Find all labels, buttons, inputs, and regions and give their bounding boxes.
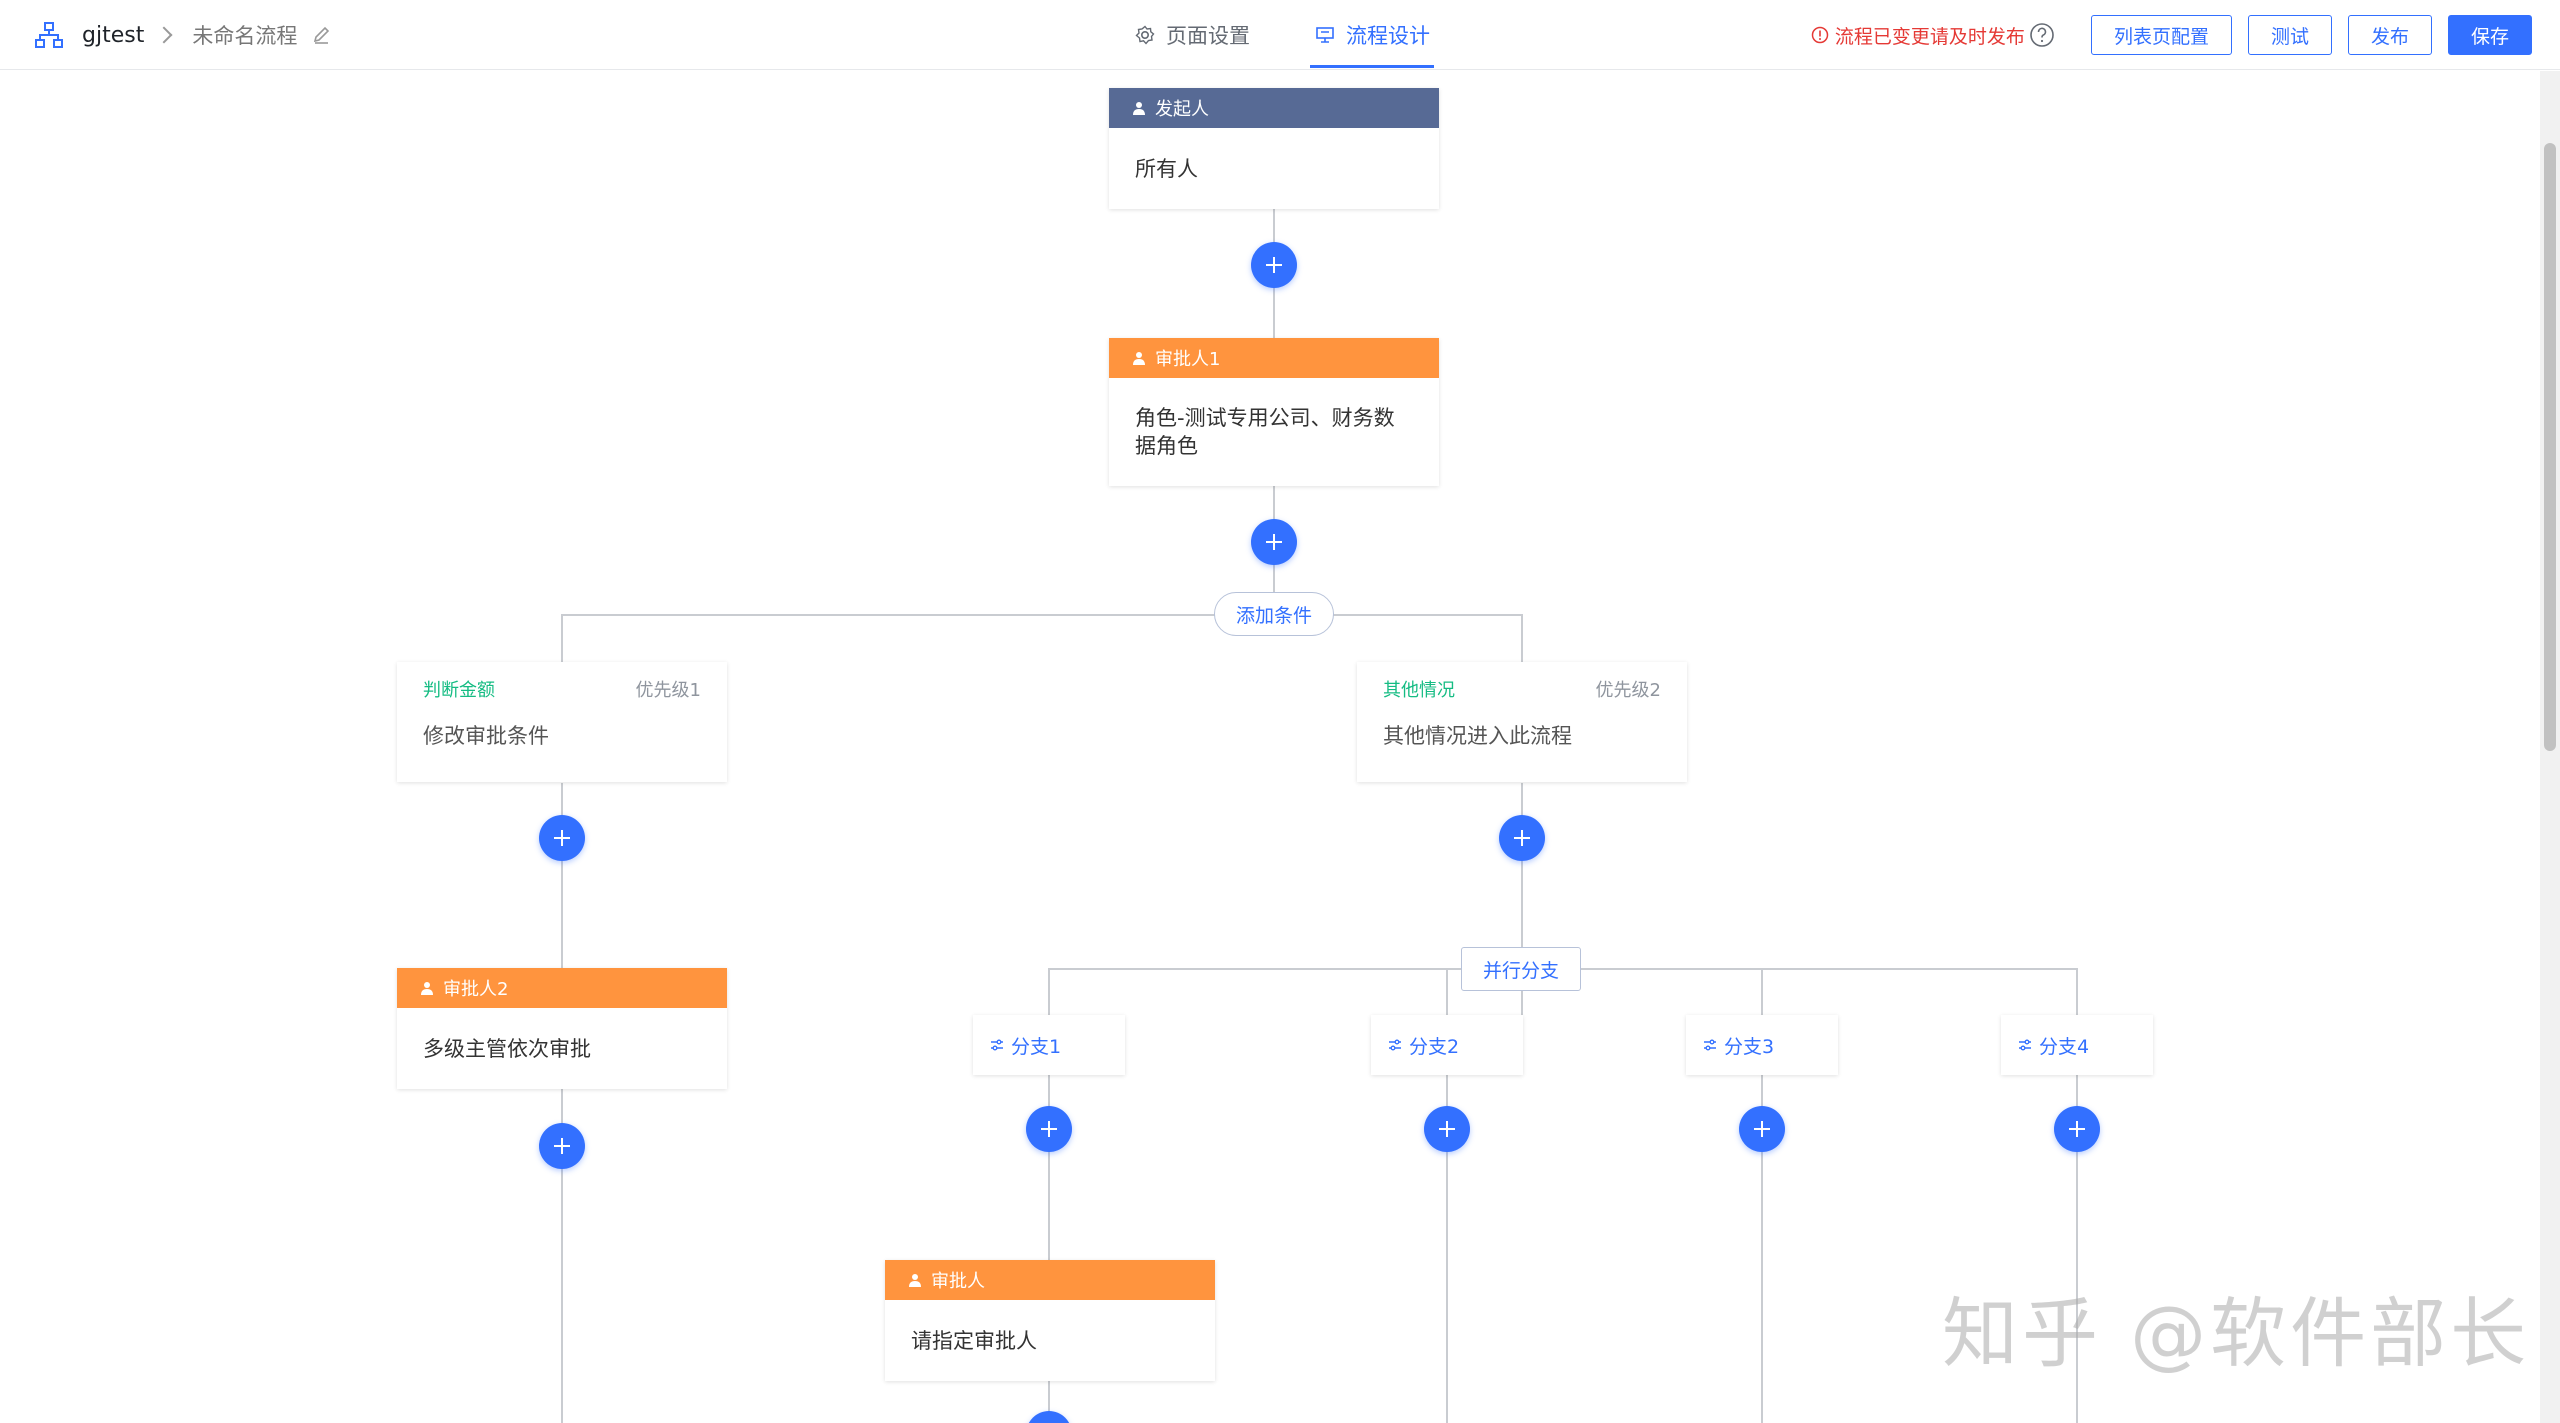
approver-node-3[interactable]: 审批人 请指定审批人 bbox=[885, 1260, 1215, 1381]
add-node-button[interactable] bbox=[1424, 1106, 1470, 1152]
node-title: 发起人 bbox=[1155, 99, 1209, 120]
tab-label: 页面设置 bbox=[1166, 24, 1250, 48]
parallel-branch-button[interactable]: 并行分支 bbox=[1461, 947, 1581, 991]
vertical-scrollbar[interactable] bbox=[2540, 71, 2560, 1423]
flow-canvas: 发起人 所有人 审批人1 角色-测试专用公司、财务数据角色 添加条件 判断金额 … bbox=[0, 71, 2540, 1423]
tab-bar: 页面设置 流程设计 bbox=[1130, 0, 1490, 70]
add-node-button[interactable] bbox=[1739, 1106, 1785, 1152]
user-icon bbox=[909, 1274, 921, 1287]
flow-name: 未命名流程 bbox=[192, 24, 298, 48]
branch-card-2[interactable]: 分支2 bbox=[1371, 1015, 1523, 1075]
tab-page-settings[interactable]: 页面设置 bbox=[1130, 0, 1254, 70]
save-button[interactable]: 保存 bbox=[2447, 15, 2532, 55]
flow-icon bbox=[1316, 27, 1334, 43]
help-icon[interactable] bbox=[2029, 22, 2055, 48]
branch-card-3[interactable]: 分支3 bbox=[1686, 1015, 1838, 1075]
branch-label: 分支4 bbox=[2039, 1035, 2090, 1058]
node-title: 审批人 bbox=[931, 1271, 985, 1292]
condition-desc: 修改审批条件 bbox=[423, 724, 549, 748]
add-node-button[interactable] bbox=[1251, 242, 1297, 288]
user-icon bbox=[1133, 352, 1145, 365]
sliders-icon bbox=[2019, 1039, 2031, 1051]
add-node-button[interactable] bbox=[539, 1123, 585, 1169]
tab-flow-design[interactable]: 流程设计 bbox=[1310, 0, 1434, 70]
branch-label: 分支3 bbox=[1724, 1035, 1775, 1058]
add-node-button[interactable] bbox=[1026, 1411, 1072, 1423]
add-condition-button[interactable]: 添加条件 bbox=[1214, 592, 1334, 636]
node-content: 请指定审批人 bbox=[911, 1328, 1037, 1353]
add-node-button[interactable] bbox=[1251, 519, 1297, 565]
condition-card-1[interactable]: 判断金额 优先级1 修改审批条件 bbox=[397, 662, 727, 782]
approver-node-1[interactable]: 审批人1 角色-测试专用公司、财务数据角色 bbox=[1109, 338, 1439, 486]
node-body: 请指定审批人 bbox=[885, 1300, 1215, 1381]
condition-card-2[interactable]: 其他情况 优先级2 其他情况进入此流程 bbox=[1357, 662, 1687, 782]
sliders-icon bbox=[1389, 1039, 1401, 1051]
node-title: 审批人2 bbox=[443, 979, 509, 1000]
node-header: 审批人 bbox=[885, 1260, 1215, 1300]
node-title: 审批人1 bbox=[1155, 349, 1221, 370]
node-header: 审批人1 bbox=[1109, 338, 1439, 378]
sliders-icon bbox=[1704, 1039, 1716, 1051]
publish-button[interactable]: 发布 bbox=[2347, 15, 2432, 55]
header-actions: 流程已变更请及时发布 列表页配置 测试 发布 保存 bbox=[1811, 0, 2532, 70]
condition-priority: 优先级1 bbox=[635, 680, 701, 701]
list-config-button[interactable]: 列表页配置 bbox=[2090, 15, 2232, 55]
branch-card-1[interactable]: 分支1 bbox=[973, 1015, 1125, 1075]
approver-node-2[interactable]: 审批人2 多级主管依次审批 bbox=[397, 968, 727, 1089]
node-body: 角色-测试专用公司、财务数据角色 bbox=[1109, 378, 1439, 486]
test-button[interactable]: 测试 bbox=[2247, 15, 2332, 55]
tab-label: 流程设计 bbox=[1346, 24, 1430, 48]
branch-label: 分支1 bbox=[1011, 1035, 1062, 1058]
user-icon bbox=[1133, 102, 1145, 115]
connector-line bbox=[561, 614, 1523, 616]
condition-name: 其他情况 bbox=[1383, 680, 1455, 701]
warning-text: 流程已变更请及时发布 bbox=[1834, 25, 2025, 48]
scrollbar-thumb[interactable] bbox=[2544, 143, 2556, 751]
condition-desc: 其他情况进入此流程 bbox=[1383, 724, 1572, 748]
app-name[interactable]: gjtest bbox=[82, 23, 144, 48]
sliders-icon bbox=[991, 1039, 1003, 1051]
node-content: 所有人 bbox=[1135, 156, 1198, 181]
condition-priority: 优先级2 bbox=[1595, 680, 1661, 701]
add-node-button[interactable] bbox=[2054, 1106, 2100, 1152]
node-body: 所有人 bbox=[1109, 128, 1439, 209]
node-header: 发起人 bbox=[1109, 88, 1439, 128]
add-node-button[interactable] bbox=[1499, 815, 1545, 861]
breadcrumb: gjtest 未命名流程 bbox=[34, 0, 333, 70]
condition-header: 其他情况 优先级2 bbox=[1383, 676, 1661, 702]
change-warning: 流程已变更请及时发布 bbox=[1811, 22, 2055, 49]
branch-card-4[interactable]: 分支4 bbox=[2001, 1015, 2153, 1075]
initiator-node[interactable]: 发起人 所有人 bbox=[1109, 88, 1439, 209]
node-content: 多级主管依次审批 bbox=[423, 1036, 591, 1061]
org-tree-icon bbox=[35, 22, 63, 48]
edit-icon[interactable] bbox=[311, 24, 333, 46]
node-content: 角色-测试专用公司、财务数据角色 bbox=[1135, 406, 1395, 458]
watermark: 知乎 @软件部长 bbox=[1942, 1289, 2531, 1378]
node-body: 多级主管依次审批 bbox=[397, 1008, 727, 1089]
user-icon bbox=[421, 982, 433, 995]
condition-header: 判断金额 优先级1 bbox=[423, 676, 701, 702]
chevron-right-icon bbox=[155, 26, 173, 44]
condition-name: 判断金额 bbox=[423, 680, 495, 701]
alert-icon bbox=[1811, 26, 1829, 44]
add-node-button[interactable] bbox=[539, 815, 585, 861]
node-header: 审批人2 bbox=[397, 968, 727, 1008]
branch-label: 分支2 bbox=[1409, 1035, 1460, 1058]
gear-icon bbox=[1135, 25, 1155, 45]
top-bar: gjtest 未命名流程 页面设置 流程设计 流程已变更请及时发布 列表页配置 … bbox=[0, 0, 2560, 70]
add-node-button[interactable] bbox=[1026, 1106, 1072, 1152]
